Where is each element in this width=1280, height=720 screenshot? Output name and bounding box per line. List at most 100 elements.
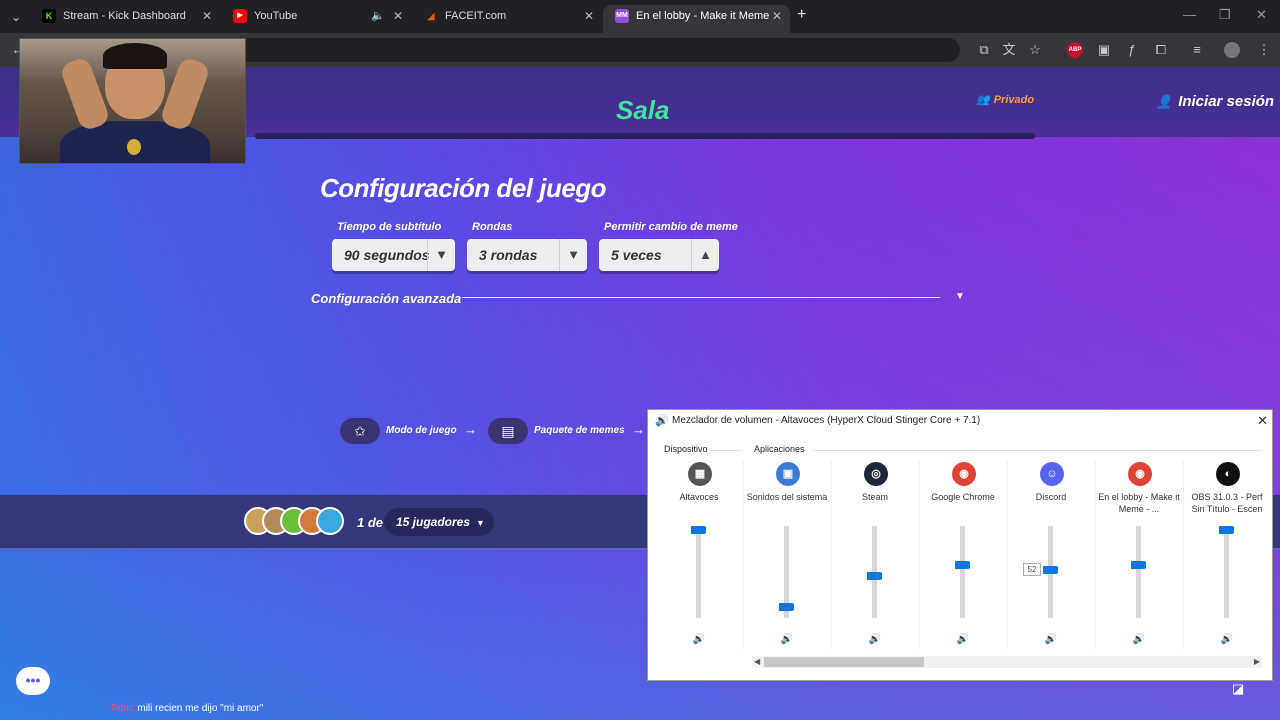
mixer-column: ▦ Altavoces 🔊 — [656, 460, 742, 650]
close-icon[interactable]: ✕ — [1257, 410, 1268, 432]
obs-icon: ◐ — [1216, 462, 1240, 486]
speaker-icon: 🔊 — [655, 415, 669, 427]
mixer-title: Mezclador de volumen - Altavoces (HyperX… — [672, 415, 981, 426]
bookmark-star-icon[interactable]: ☆ — [1027, 42, 1043, 58]
tab-strip: ⌄ K Stream - Kick Dashboard ✕ ▶ YouTube … — [0, 0, 1280, 33]
speaker-muted-icon[interactable]: 🔈 — [371, 5, 385, 27]
mute-toggle-icon[interactable]: 🔊 — [956, 634, 970, 648]
star-icon: ✩ — [340, 418, 380, 444]
advanced-config-toggle[interactable]: Configuración avanzada — [311, 291, 461, 306]
rounds-select[interactable]: 3 rondas ▼ — [467, 239, 587, 271]
mute-toggle-icon[interactable]: 🔊 — [1044, 634, 1058, 648]
volume-slider-track[interactable] — [696, 526, 701, 618]
extension-icon[interactable]: ▣ — [1096, 42, 1112, 58]
window-close-icon[interactable]: ✕ — [1256, 7, 1267, 23]
system-sounds-icon: ▣ — [776, 462, 800, 486]
group-divider — [812, 450, 1262, 451]
select-value: 90 segundos — [344, 247, 430, 263]
chevron-up-icon: ▲ — [691, 239, 719, 271]
tab-kick-dashboard[interactable]: K Stream - Kick Dashboard ✕ — [30, 5, 220, 33]
volume-slider-track[interactable] — [1224, 526, 1229, 618]
room-title: Sala — [616, 95, 670, 125]
volume-slider-thumb[interactable] — [1131, 561, 1146, 570]
column-separator — [1183, 460, 1184, 650]
chat-text: mili recien me dijo "mi amor" — [137, 703, 264, 714]
tab-make-it-meme[interactable]: MM En el lobby - Make it Meme ✕ — [603, 5, 790, 33]
rounds-label: Rondas — [472, 221, 513, 233]
login-button[interactable]: 👤 Iniciar sesión — [1156, 93, 1274, 110]
close-icon[interactable]: ✕ — [393, 5, 403, 27]
webcam-person-medal — [127, 139, 141, 155]
players-select[interactable]: 15 jugadores ▼ — [384, 508, 494, 536]
subtitle-time-select[interactable]: 90 segundos ▼ — [332, 239, 455, 271]
login-label: Iniciar sesión — [1178, 93, 1275, 110]
speaker-tray-icon[interactable]: ◪ — [1232, 681, 1250, 699]
mute-toggle-icon[interactable]: 🔊 — [780, 634, 794, 648]
chevron-down-icon: ▼ — [427, 239, 455, 271]
install-app-icon[interactable]: ⧉ — [976, 42, 992, 58]
scroll-left-icon[interactable]: ◀ — [754, 656, 760, 668]
meme-change-select[interactable]: 5 veces ▲ — [599, 239, 719, 271]
column-separator — [919, 460, 920, 650]
device-group-label: Dispositivo — [664, 444, 708, 454]
discord-icon: ☺ — [1040, 462, 1064, 486]
close-icon[interactable]: ✕ — [202, 5, 212, 27]
tab-search-chevron-icon[interactable]: ⌄ — [6, 7, 26, 27]
config-title: Configuración del juego — [320, 173, 607, 203]
volume-slider-track[interactable] — [1136, 526, 1141, 618]
minimize-icon[interactable]: — — [1183, 7, 1196, 22]
mixer-app-name: Steam — [861, 492, 888, 502]
mute-toggle-icon[interactable]: 🔊 — [1220, 634, 1234, 648]
volume-slider-thumb[interactable] — [1043, 566, 1058, 575]
extension-icon[interactable]: ƒ — [1124, 42, 1140, 58]
mixer-column: ▣ Sonidos del sistema 🔊 — [744, 460, 830, 650]
chrome-icon: ◉ — [1128, 462, 1152, 486]
mute-toggle-icon[interactable]: 🔊 — [868, 634, 882, 648]
translate-icon[interactable]: 文 — [1001, 42, 1017, 58]
volume-slider-thumb[interactable] — [691, 526, 706, 534]
maximize-icon[interactable]: ❐ — [1219, 7, 1231, 23]
volume-slider-track[interactable] — [960, 526, 965, 618]
make-it-meme-icon: MM — [615, 9, 629, 23]
tab-youtube[interactable]: ▶ YouTube 🔈 ✕ — [221, 5, 411, 33]
scroll-right-icon[interactable]: ▶ — [1254, 656, 1260, 668]
volume-tooltip: 52 — [1023, 563, 1041, 576]
chevron-down-icon: ▼ — [559, 239, 587, 271]
speaker-device-icon: ▦ — [688, 462, 712, 486]
players-count: 1 de — [357, 515, 384, 530]
avatar — [316, 507, 344, 535]
new-tab-icon[interactable]: + — [797, 6, 806, 24]
mixer-app-name: Altavoces — [679, 492, 719, 502]
close-icon[interactable]: ✕ — [584, 5, 594, 27]
volume-slider-thumb[interactable] — [867, 572, 882, 581]
media-controls-icon[interactable]: ≡ — [1189, 42, 1205, 58]
volume-slider-thumb[interactable] — [1219, 526, 1234, 534]
private-toggle[interactable]: 👥 Privado — [976, 93, 1034, 106]
user-icon: 👤 — [1156, 94, 1173, 109]
chevron-down-icon[interactable]: ▼ — [955, 291, 965, 302]
scrollbar-thumb[interactable] — [764, 657, 924, 667]
header-divider — [255, 133, 1035, 139]
volume-slider-thumb[interactable] — [955, 561, 970, 570]
mute-toggle-icon[interactable]: 🔊 — [1132, 634, 1146, 648]
chat-bubble-icon[interactable]: ••• — [16, 667, 50, 695]
mixer-horizontal-scrollbar[interactable]: ◀ ▶ — [752, 656, 1262, 668]
extensions-puzzle-icon[interactable]: ⧠ — [1153, 42, 1169, 58]
arrow-right-icon: → — [632, 422, 645, 437]
steam-icon: ◎ — [864, 462, 888, 486]
close-icon[interactable]: ✕ — [772, 5, 782, 27]
mixer-app-name: Google Chrome — [931, 492, 995, 502]
mixer-app-name: OBS 31.0.3 - Perf Sin Título - Escen — [1191, 492, 1263, 514]
profile-avatar-icon[interactable] — [1224, 42, 1240, 58]
apps-group-label: Aplicaciones — [754, 444, 805, 454]
volume-slider-thumb[interactable] — [779, 603, 794, 612]
tab-title: YouTube — [254, 10, 298, 22]
adblock-plus-icon[interactable]: ABP — [1067, 42, 1083, 58]
kebab-menu-icon[interactable]: ⋮ — [1256, 42, 1272, 58]
select-value: 5 veces — [611, 247, 662, 263]
tab-faceit[interactable]: ◢ FACEIT.com ✕ — [412, 5, 602, 33]
mute-toggle-icon[interactable]: 🔊 — [692, 634, 706, 648]
faceit-icon: ◢ — [424, 9, 438, 23]
group-icon: 👥 — [976, 94, 990, 106]
column-separator — [743, 460, 744, 650]
